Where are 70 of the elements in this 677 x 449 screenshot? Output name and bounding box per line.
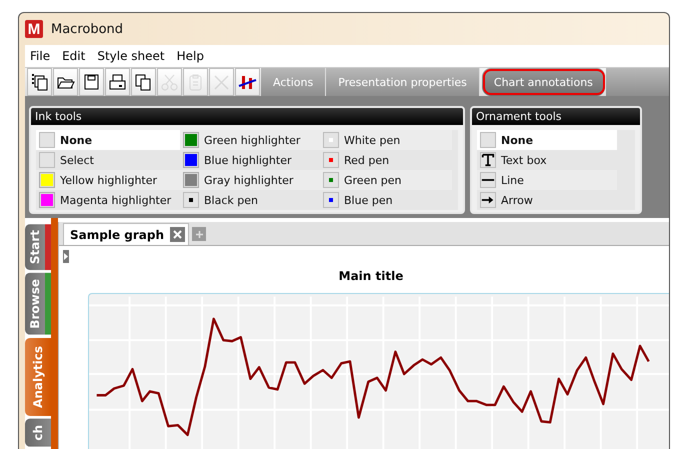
- blank-swatch: [480, 132, 496, 148]
- tool-label: Gray highlighter: [204, 174, 294, 186]
- tool-label: Black pen: [204, 194, 258, 206]
- toolbar-button[interactable]: [79, 68, 104, 96]
- toolbar-button[interactable]: [27, 68, 52, 96]
- cut-icon: [160, 72, 179, 92]
- tool-option[interactable]: Line: [477, 170, 617, 190]
- tool-label: Green pen: [344, 174, 402, 186]
- plus-icon: [196, 230, 203, 238]
- menu-item[interactable]: Edit: [61, 48, 86, 64]
- blank-swatch: [39, 152, 55, 168]
- tool-label: White pen: [344, 134, 400, 146]
- chart-title: Main title: [338, 269, 404, 283]
- delete-icon: [212, 72, 231, 92]
- app-logo: M: [25, 20, 43, 38]
- tool-label: Green highlighter: [204, 134, 300, 146]
- save-icon: [82, 72, 101, 92]
- tool-option[interactable]: Select: [36, 150, 180, 170]
- tool-label: Blue pen: [344, 194, 393, 206]
- tool-option[interactable]: Arrow: [477, 190, 617, 210]
- ribbon-tab[interactable]: Chart annotations: [482, 68, 606, 96]
- tool-option[interactable]: Green pen: [320, 170, 452, 190]
- expand-handle[interactable]: [63, 250, 69, 263]
- tool-label: Arrow: [501, 194, 533, 206]
- tool-option[interactable]: None: [36, 130, 180, 150]
- tab-label: Sample graph: [70, 228, 164, 242]
- side-tab[interactable]: Browse: [25, 273, 51, 335]
- tool-option[interactable]: Yellow highlighter: [36, 170, 180, 190]
- panel-header: Ornament tools: [472, 108, 640, 125]
- side-tab[interactable]: Analytics: [25, 338, 51, 416]
- toolbar-button[interactable]: [53, 68, 78, 96]
- toolbar-button[interactable]: [131, 68, 156, 96]
- tool-option[interactable]: Green highlighter: [180, 130, 320, 150]
- blank-swatch: [39, 132, 55, 148]
- tool-option[interactable]: None: [477, 130, 617, 150]
- menu-item[interactable]: Help: [176, 48, 205, 64]
- triangle-icon: [63, 253, 68, 260]
- tool-option[interactable]: Black pen: [180, 190, 320, 210]
- document-tab[interactable]: Sample graph: [63, 223, 190, 245]
- close-button[interactable]: [170, 227, 186, 242]
- print-icon: [108, 72, 127, 92]
- text-tool-icon: [480, 152, 496, 168]
- copy-icon: [134, 72, 153, 92]
- tool-option[interactable]: Text box: [477, 150, 617, 170]
- tool-label: Line: [501, 174, 524, 186]
- new-icon: [30, 72, 49, 92]
- window-title: Macrobond: [51, 22, 124, 36]
- tool-label: Red pen: [344, 154, 390, 166]
- tool-option[interactable]: Gray highlighter: [180, 170, 320, 190]
- tool-option[interactable]: White pen: [320, 130, 452, 150]
- toolbar-button[interactable]: [105, 68, 130, 96]
- tool-option[interactable]: Magenta highlighter: [36, 190, 180, 210]
- tool-label: Magenta highlighter: [60, 194, 172, 206]
- toolbar-button[interactable]: [235, 68, 260, 96]
- tool-label: None: [60, 134, 92, 146]
- side-tab[interactable]: ch: [25, 418, 51, 446]
- close-icon: [173, 230, 182, 239]
- tool-label: None: [501, 134, 534, 146]
- tool-label: Select: [60, 154, 94, 166]
- tool-label: Yellow highlighter: [60, 174, 158, 186]
- tool-option[interactable]: Blue highlighter: [180, 150, 320, 170]
- side-tab[interactable]: Start: [25, 224, 51, 270]
- menu-item[interactable]: File: [29, 48, 52, 64]
- line-tool-icon: [480, 172, 496, 188]
- tool-option[interactable]: Red pen: [320, 150, 452, 170]
- tool-option[interactable]: Blue pen: [320, 190, 452, 210]
- tool-label: Text box: [501, 154, 547, 166]
- tool-label: Blue highlighter: [204, 154, 292, 166]
- panel-header: Ink tools: [31, 108, 463, 125]
- menu-item[interactable]: Style sheet: [96, 48, 166, 64]
